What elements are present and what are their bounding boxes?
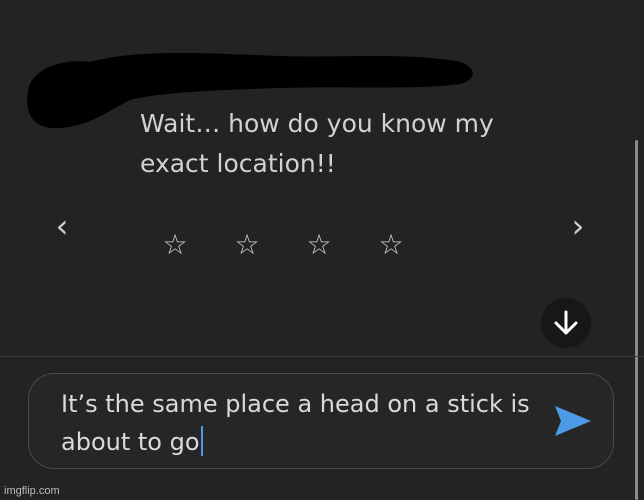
star-icon-1[interactable]: ☆ xyxy=(160,227,190,263)
star-icon-3[interactable]: ☆ xyxy=(304,227,334,263)
message-input[interactable]: It’s the same place a head on a stick is… xyxy=(28,373,614,469)
scrollbar[interactable] xyxy=(635,140,638,500)
message-input-value: It’s the same place a head on a stick is… xyxy=(61,390,530,456)
chat-message: Wait… how do you know my exact location!… xyxy=(140,109,494,178)
chat-screen: Wait… how do you know my exact location!… xyxy=(0,0,644,500)
next-arrow-icon[interactable]: › xyxy=(566,206,590,246)
text-caret xyxy=(200,426,203,456)
message-input-text[interactable]: It’s the same place a head on a stick is… xyxy=(61,385,541,461)
imgflip-watermark: imgflip.com xyxy=(4,485,60,497)
send-button[interactable] xyxy=(551,401,595,441)
arrow-down-icon xyxy=(554,310,578,335)
scroll-down-button[interactable] xyxy=(541,298,591,348)
star-icon-4[interactable]: ☆ xyxy=(376,227,406,263)
previous-arrow-icon[interactable]: ‹ xyxy=(50,206,74,246)
composer-divider xyxy=(0,356,644,357)
star-icon-2[interactable]: ☆ xyxy=(232,227,262,263)
send-icon xyxy=(555,406,591,436)
